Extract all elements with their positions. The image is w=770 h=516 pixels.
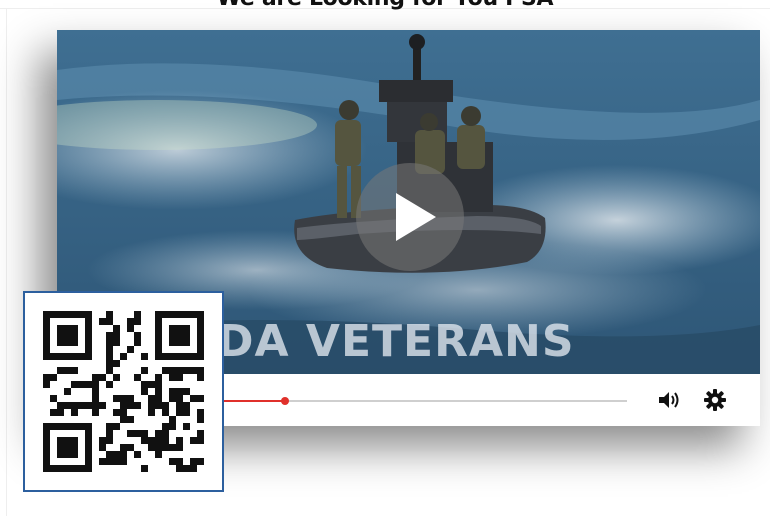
progress-scrubber[interactable] [281,397,290,405]
volume-button[interactable] [657,389,681,411]
page-title: We are Looking for You PSA [0,0,770,11]
video-overlay-caption: DA VETERANS [217,316,575,367]
left-divider [6,8,7,516]
play-icon [396,193,436,241]
gear-icon [704,389,726,411]
qr-code-icon [43,311,204,472]
qr-code-card[interactable] [23,291,224,492]
volume-icon [659,392,679,408]
play-button[interactable] [356,163,464,271]
settings-button[interactable] [702,387,728,413]
